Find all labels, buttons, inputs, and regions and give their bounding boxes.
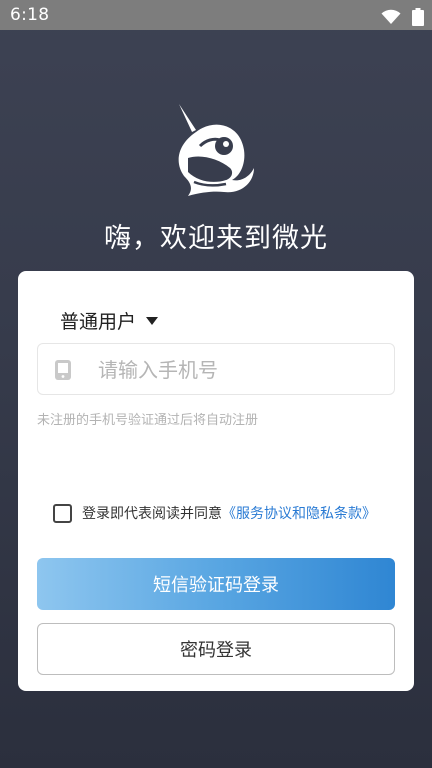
login-screen: 6:18 嗨，欢迎来到微光 普通用户 请输入手机号 未注册的手机号验证通过后将自… — [0, 0, 432, 768]
mobile-phone-icon — [55, 360, 71, 380]
agreement-row: 登录即代表阅读并同意 《服务协议和隐私条款》 — [53, 503, 376, 523]
user-type-label: 普通用户 — [60, 311, 137, 333]
narwhal-logo — [178, 104, 254, 196]
caret-down-icon — [146, 316, 159, 325]
agreement-link[interactable]: 《服务协议和隐私条款》 — [222, 503, 376, 523]
user-type-dropdown[interactable]: 普通用户 — [60, 307, 159, 334]
status-time: 6:18 — [10, 5, 50, 25]
sms-login-button[interactable]: 短信验证码登录 — [37, 558, 395, 610]
wifi-icon — [381, 9, 401, 24]
auto-register-hint: 未注册的手机号验证通过后将自动注册 — [37, 413, 259, 428]
phone-input[interactable] — [96, 353, 390, 387]
password-login-button[interactable]: 密码登录 — [37, 623, 395, 675]
status-bar: 6:18 — [0, 0, 432, 30]
agreement-text: 登录即代表阅读并同意 — [82, 506, 222, 522]
status-icons — [381, 6, 424, 26]
welcome-title: 嗨，欢迎来到微光 — [104, 223, 328, 254]
phone-field[interactable] — [37, 343, 395, 395]
battery-icon — [412, 7, 424, 26]
agreement-checkbox[interactable] — [53, 503, 72, 523]
login-card: 普通用户 未注册的手机号验证通过后将自动注册 登录即代表阅读并同意 《服务协议和… — [18, 271, 414, 691]
